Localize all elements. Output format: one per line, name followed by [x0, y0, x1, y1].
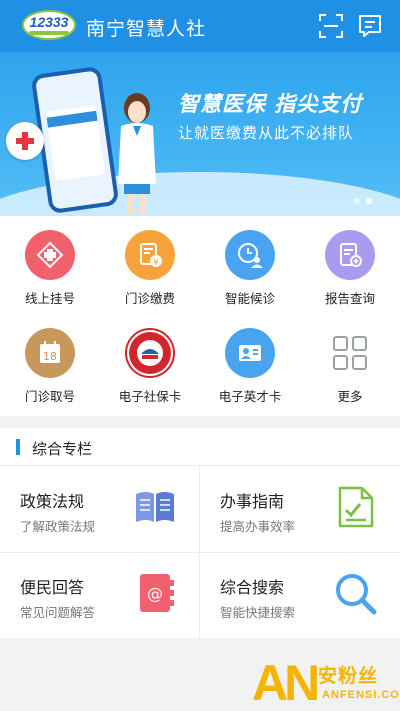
svg-text:¥: ¥: [153, 258, 159, 268]
tile-subtitle: 了解政策法规: [20, 519, 96, 534]
tile-integrated-search[interactable]: 综合搜索 智能快捷搜索: [200, 552, 400, 638]
id-card-icon: [225, 328, 275, 378]
function-label: 门诊缴费: [124, 291, 175, 306]
function-more[interactable]: 更多: [300, 314, 400, 410]
app-header: 12333 南宁智慧人社: [0, 0, 400, 52]
report-search-icon: [325, 230, 375, 280]
tile-convenience-qa[interactable]: 便民回答 常见问题解答 @: [0, 552, 200, 638]
calendar-icon: 18: [25, 328, 75, 378]
message-icon[interactable]: [357, 13, 383, 39]
function-outpatient-ticket[interactable]: 18 门诊取号: [0, 314, 100, 410]
watermark-mark: AN: [252, 655, 320, 711]
tile-subtitle: 常见问题解答: [20, 605, 96, 620]
tile-subtitle: 提高办事效率: [220, 519, 296, 534]
promo-banner[interactable]: 智慧医保 指尖支付 让就医缴费从此不必排队: [0, 52, 400, 216]
function-label: 线上挂号: [24, 291, 75, 306]
medical-cross-icon: [25, 230, 75, 280]
clock-user-icon: [225, 230, 275, 280]
address-book-icon: @: [140, 574, 174, 612]
tile-title: 办事指南: [220, 492, 285, 511]
banner-headline: 智慧医保 指尖支付: [178, 92, 363, 116]
section-accent-bar: [16, 439, 20, 455]
logo-text: 12333: [29, 14, 69, 30]
grid-more-icon: [325, 328, 375, 378]
function-grid: 线上挂号 ¥ 门诊缴费 智能候诊 报告查询 18 门诊取号 电子社保卡 电子英才…: [0, 216, 400, 416]
medical-cross-badge-icon: [6, 122, 44, 160]
app-logo: 12333: [22, 10, 76, 40]
function-label: 门诊取号: [24, 389, 75, 404]
function-label: 电子英才卡: [218, 389, 282, 404]
calendar-day: 18: [43, 350, 57, 363]
nurse-illustration: [118, 93, 156, 214]
function-online-registration[interactable]: 线上挂号: [0, 216, 100, 312]
featured-section: 综合专栏 政策法规 了解政策法规 办事指南 提高办事效率 便民回答 常见问题解答: [0, 428, 400, 638]
function-label: 报告查询: [324, 291, 375, 306]
tile-policy-regulations[interactable]: 政策法规 了解政策法规: [0, 466, 200, 552]
banner-pagination: [354, 198, 372, 204]
banner-dot-1[interactable]: [354, 198, 360, 204]
tile-title: 综合搜索: [220, 578, 285, 597]
tile-subtitle: 智能快捷搜索: [220, 605, 296, 620]
watermark-name: 安粉丝: [318, 665, 379, 687]
section-title: 综合专栏: [32, 440, 93, 458]
payment-doc-icon: ¥: [125, 230, 175, 280]
function-label: 更多: [337, 389, 363, 404]
logo-stripe: [29, 31, 69, 35]
tile-title: 便民回答: [20, 578, 85, 597]
banner-subline: 让就医缴费从此不必排队: [178, 124, 355, 142]
banner-dot-2[interactable]: [366, 198, 372, 204]
scan-icon[interactable]: [318, 13, 344, 39]
function-report-query[interactable]: 报告查询: [300, 216, 400, 312]
function-smart-waiting[interactable]: 智能候诊: [200, 216, 300, 312]
app-title: 南宁智慧人社: [86, 18, 207, 40]
search-icon: [336, 574, 377, 615]
function-e-social-security-card[interactable]: 电子社保卡: [100, 314, 200, 410]
function-label: 智能候诊: [224, 291, 275, 306]
social-security-seal-icon: [125, 328, 175, 378]
function-outpatient-payment[interactable]: ¥ 门诊缴费: [100, 216, 200, 312]
tile-service-guide[interactable]: 办事指南 提高办事效率: [200, 466, 400, 552]
tile-title: 政策法规: [20, 492, 85, 511]
watermark-domain: ANFENSI.COM: [322, 689, 400, 701]
function-e-talent-card[interactable]: 电子英才卡: [200, 314, 300, 410]
section-header: 综合专栏: [0, 428, 400, 466]
function-label: 电子社保卡: [118, 389, 182, 404]
book-icon: [136, 492, 174, 522]
checklist-doc-icon: [338, 486, 374, 528]
site-watermark: AN 安粉丝 ANFENSI.COM: [252, 655, 400, 711]
svg-text:@: @: [147, 584, 163, 603]
